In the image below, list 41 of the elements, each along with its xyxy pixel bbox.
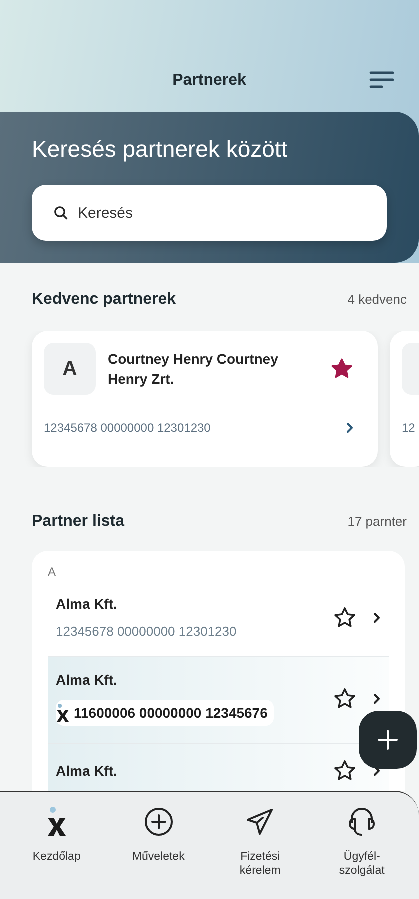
menu-icon[interactable] [369,70,395,90]
paper-plane-icon [245,807,276,837]
partner-name: Courtney Henry Courtney Henry Zrt. [108,350,280,389]
section-title: Kedvenc partnerek [32,291,176,309]
account-chip: 11600006 00000000 12345676 [56,700,274,726]
account-number: 12345678 00000000 12301230 [56,624,237,639]
count-label: 4 kedvenc [348,292,407,307]
account-number: 12345678 00000000 12301230 [44,421,211,435]
count-label: 17 parnter [348,514,407,529]
partner-row[interactable]: Alma Kft. 11600006 00000000 12345676 [48,657,389,744]
section-title: Partner lista [32,513,124,531]
partner-row[interactable]: Alma Kft. [48,744,389,791]
star-icon[interactable] [330,357,354,381]
nav-item[interactable]: Fizetési kérelem [225,850,296,878]
account-number: 12 [402,421,416,435]
logo-icon [46,806,68,838]
add-button[interactable] [359,711,417,769]
nav-item[interactable]: Kezdőlap [22,850,92,864]
favorite-card[interactable]: 12 [390,331,419,467]
star-outline-icon[interactable] [333,687,357,711]
partner-name: Alma Kft. [56,596,118,612]
chevron-right-icon[interactable] [346,422,354,434]
star-outline-icon[interactable] [333,759,357,783]
star-outline-icon[interactable] [333,606,357,630]
plus-circle-icon [142,806,175,838]
favorite-card[interactable]: A Courtney Henry Courtney Henry Zrt. 12345678 00000000 12301230 [32,331,378,467]
logo-icon [56,703,70,723]
group-letter: A [48,565,58,579]
nav-item[interactable]: Ügyfél-szolgálat [327,850,398,878]
avatar-initial: A [44,343,96,395]
headset-icon [347,805,378,839]
chevron-right-icon[interactable] [373,693,381,705]
search-heading: Keresés partnerek között [32,136,289,163]
plus-icon [377,729,399,751]
partner-name: Alma Kft. [56,672,118,688]
page-title: Partnerek [172,72,246,90]
search-icon [54,206,68,220]
nav-item[interactable]: Műveletek [124,850,194,864]
chevron-right-icon[interactable] [373,612,381,624]
partner-name: Alma Kft. [56,763,118,779]
search-field[interactable]: Keresés [32,185,387,241]
